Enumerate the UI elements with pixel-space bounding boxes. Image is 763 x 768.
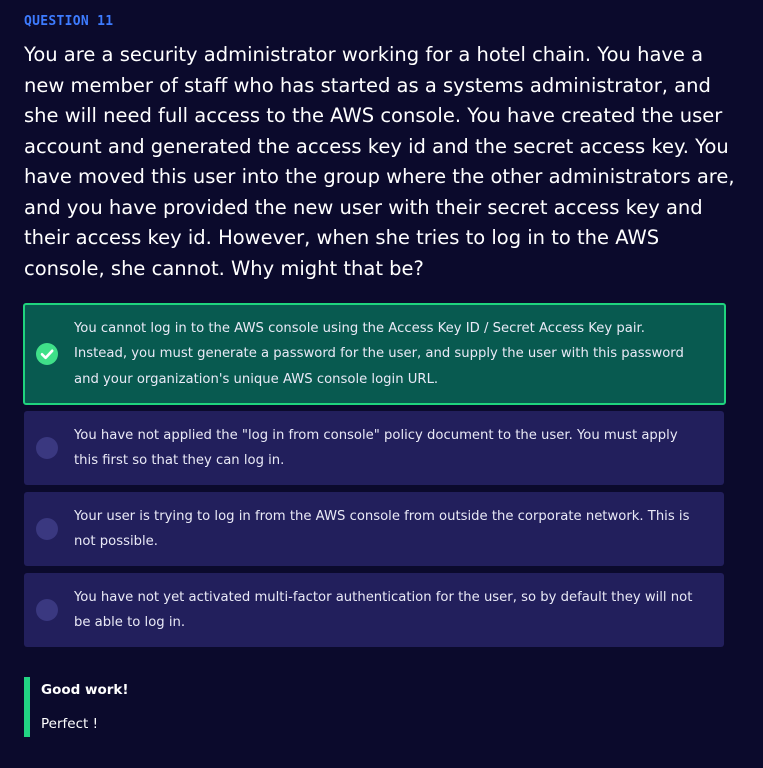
- question-number-label: QUESTION 11: [24, 14, 114, 29]
- answer-options: You cannot log in to the AWS console usi…: [23, 303, 726, 654]
- answer-option[interactable]: You have not applied the "log in from co…: [24, 411, 724, 485]
- answer-option-text: You have not yet activated multi-factor …: [74, 589, 693, 631]
- answer-option[interactable]: You have not yet activated multi-factor …: [24, 573, 724, 647]
- answer-option[interactable]: Your user is trying to log in from the A…: [24, 492, 724, 566]
- check-circle-icon: [36, 343, 58, 365]
- radio-circle-icon: [36, 599, 58, 621]
- answer-option-text: You cannot log in to the AWS console usi…: [74, 320, 684, 387]
- feedback-message: Perfect !: [41, 716, 98, 732]
- question-text: You are a security administrator working…: [24, 43, 735, 280]
- radio-circle-icon: [36, 437, 58, 459]
- answer-option-text: You have not applied the "log in from co…: [74, 427, 678, 469]
- answer-option-text: Your user is trying to log in from the A…: [74, 508, 690, 550]
- answer-option-correct[interactable]: You cannot log in to the AWS console usi…: [23, 303, 726, 405]
- radio-circle-icon: [36, 518, 58, 540]
- feedback-title: Good work!: [41, 682, 129, 698]
- feedback-panel: Good work! Perfect !: [24, 677, 424, 737]
